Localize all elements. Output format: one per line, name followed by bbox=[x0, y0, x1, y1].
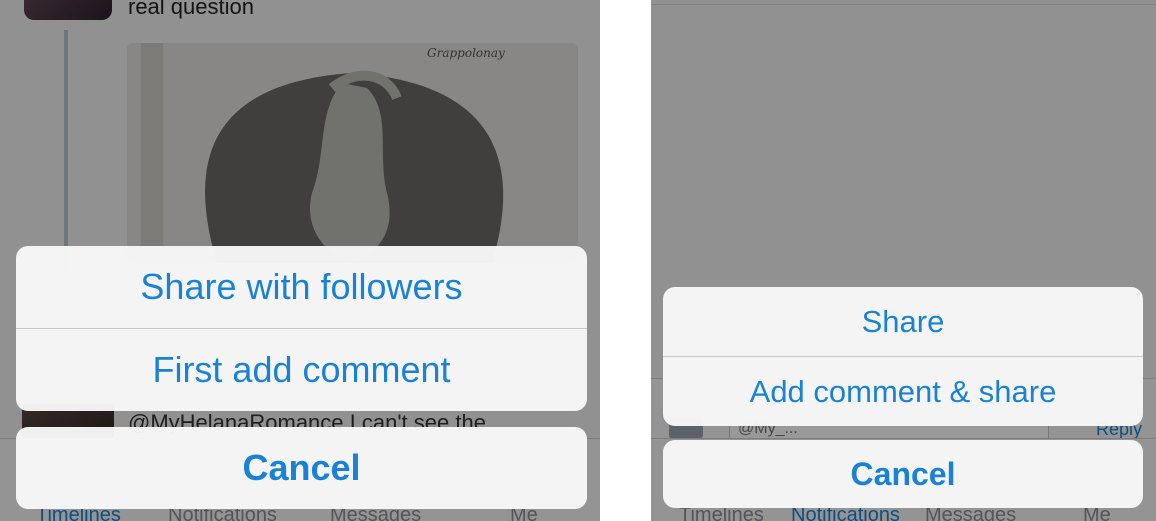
cancel-sheet: Cancel bbox=[16, 427, 587, 509]
share-action-sheet: Share with followers First add comment bbox=[16, 246, 587, 411]
share-button[interactable]: Share bbox=[663, 287, 1143, 356]
share-with-followers-button[interactable]: Share with followers bbox=[16, 246, 587, 328]
left-screen: real question Grappolonay @MyHelanaRoman… bbox=[0, 0, 600, 521]
cancel-button[interactable]: Cancel bbox=[663, 440, 1143, 508]
cancel-sheet: Cancel bbox=[663, 440, 1143, 508]
cancel-button[interactable]: Cancel bbox=[16, 427, 587, 509]
add-comment-and-share-button[interactable]: Add comment & share bbox=[663, 357, 1143, 426]
share-action-sheet: Share Add comment & share bbox=[663, 287, 1143, 426]
right-screen: @My_... Reply Timelines Notifications Me… bbox=[651, 0, 1156, 521]
first-add-comment-button[interactable]: First add comment bbox=[16, 329, 587, 411]
